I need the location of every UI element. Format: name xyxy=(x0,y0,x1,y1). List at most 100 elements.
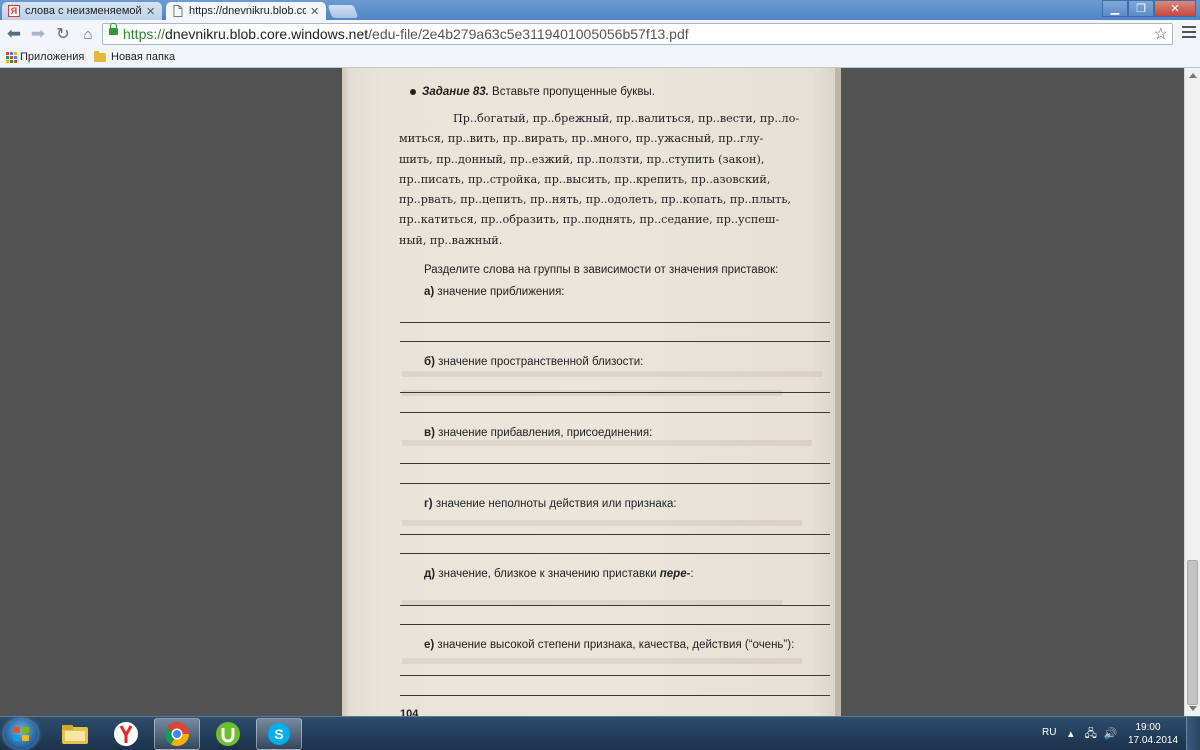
taskbar-chrome[interactable] xyxy=(154,718,200,750)
answer-line xyxy=(400,553,830,554)
prefix-pere: пере- xyxy=(659,568,691,580)
bookmark-new-folder[interactable]: Новая папка xyxy=(94,50,176,63)
text-line: пр..писать, пр..стройка, пр..высить, пр.… xyxy=(399,172,771,186)
page-icon xyxy=(172,5,184,17)
text-line: Пр..богатый, пр..брежный, пр..валиться, … xyxy=(453,112,800,125)
reload-button[interactable]: ↻ xyxy=(53,24,73,44)
group-letter: в) xyxy=(424,427,435,439)
clock-date: 17.04.2014 xyxy=(1128,735,1179,746)
bleed-through xyxy=(402,371,822,377)
page-number: 104 xyxy=(400,708,419,716)
yandex-browser-icon xyxy=(114,722,138,746)
tab-title: слова с неизменяемой п xyxy=(25,5,142,17)
group-v-title: в) значение прибавления, присоединения: xyxy=(424,427,652,439)
url-text[interactable]: https://dnevnikru.blob.core.windows.net/… xyxy=(123,26,689,42)
answer-line xyxy=(400,412,830,413)
apps-grid-icon xyxy=(6,52,17,63)
minimize-button[interactable]: ▁ xyxy=(1102,0,1128,17)
show-hidden-icons-icon[interactable]: ▴ xyxy=(1068,728,1074,740)
yandex-icon: Я xyxy=(8,5,20,17)
answer-line xyxy=(400,675,830,676)
task-number: Задание 83. xyxy=(422,86,489,98)
page-edge-shadow xyxy=(835,68,841,716)
vertical-scrollbar[interactable] xyxy=(1184,68,1200,716)
folder-icon xyxy=(94,50,106,62)
taskbar-explorer[interactable] xyxy=(52,718,98,750)
svg-text:S: S xyxy=(274,726,283,742)
home-icon: ⌂ xyxy=(83,25,93,43)
group-letter: б) xyxy=(424,356,435,368)
group-text: значение высокой степени признака, качес… xyxy=(434,639,795,651)
taskbar-skype[interactable]: S xyxy=(256,718,302,750)
reload-icon: ↻ xyxy=(56,26,70,43)
forward-button[interactable]: ➡ xyxy=(28,24,48,44)
answer-line xyxy=(400,341,830,342)
group-e-title: е) значение высокой степени признака, ка… xyxy=(424,639,794,651)
address-bar[interactable]: https://dnevnikru.blob.core.windows.net/… xyxy=(102,23,1173,45)
chrome-icon xyxy=(164,722,189,747)
url-path: /edu-file/2e4b279a63c5e3119401005056b57f… xyxy=(368,26,689,42)
text-line: пр..рвать, пр..цепить, пр..нять, пр..одо… xyxy=(399,193,791,207)
group-d-title: д) значение, близкое к значению приставк… xyxy=(424,568,694,580)
group-letter: д) xyxy=(424,568,436,580)
browser-toolbar: ⬅ ➡ ↻ ⌂ https://dnevnikru.blob.core.wind… xyxy=(0,20,1200,49)
group-text: значение пространственной близости: xyxy=(434,356,644,368)
bookmark-star-icon[interactable]: ☆ xyxy=(1154,24,1168,44)
close-window-button[interactable]: ✕ xyxy=(1154,0,1196,17)
new-tab-button[interactable] xyxy=(327,5,359,18)
windows-taskbar: S RU ▴ 🖧 🔊 19:00 17.04.2014 xyxy=(0,716,1200,750)
language-indicator[interactable]: RU xyxy=(1042,727,1056,738)
scroll-up-icon[interactable] xyxy=(1189,73,1197,78)
tab-title: https://dnevnikru.blob.co xyxy=(189,5,306,17)
lock-icon xyxy=(109,23,118,35)
bullet-icon xyxy=(410,88,416,95)
group-letter: а) xyxy=(424,286,435,298)
answer-line xyxy=(400,624,830,625)
skype-icon: S xyxy=(268,723,290,745)
text-line: пр..катиться, пр..образить, пр..поднять,… xyxy=(399,213,780,227)
answer-line xyxy=(400,322,830,323)
chrome-menu-icon[interactable] xyxy=(1182,26,1196,41)
group-text: значение приближения: xyxy=(434,286,565,298)
group-b-title: б) значение пространственной близости: xyxy=(424,356,643,368)
close-tab-icon[interactable]: ✕ xyxy=(146,5,156,18)
answer-line xyxy=(400,483,830,484)
restore-button[interactable]: ❐ xyxy=(1128,0,1154,17)
bleed-through xyxy=(402,658,802,664)
utorrent-icon xyxy=(216,722,240,746)
bleed-through xyxy=(402,390,782,396)
close-tab-icon[interactable]: ✕ xyxy=(310,5,320,18)
bookmark-label: Приложения xyxy=(20,51,85,63)
group-text: значение прибавления, присоединения: xyxy=(434,427,653,439)
group-text: значение, близкое к значению приставки xyxy=(435,568,660,580)
scroll-down-icon[interactable] xyxy=(1189,706,1197,711)
window-titlebar: Я слова с неизменяемой п ✕ https://dnevn… xyxy=(0,0,1200,20)
answer-line xyxy=(400,463,830,464)
back-button[interactable]: ⬅ xyxy=(4,24,24,44)
volume-icon[interactable]: 🔊 xyxy=(1104,728,1118,740)
tab-yandex-search[interactable]: Я слова с неизменяемой п ✕ xyxy=(2,2,162,20)
text-line: ный, пр..важный. xyxy=(399,233,503,247)
answer-line xyxy=(400,534,830,535)
taskbar-utorrent[interactable] xyxy=(205,718,251,750)
taskbar-yandex-browser[interactable] xyxy=(103,718,149,750)
group-text: значение неполноты действия или признака… xyxy=(432,498,677,510)
window-controls: ▁ ❐ ✕ xyxy=(1102,0,1196,18)
bookmarks-bar: Приложения Новая папка xyxy=(0,49,1200,68)
start-button[interactable] xyxy=(4,719,38,749)
arrow-left-icon: ⬅ xyxy=(6,24,22,43)
group-letter: г) xyxy=(424,498,433,510)
pdf-viewer[interactable]: Задание 83. Вставьте пропущенные буквы. … xyxy=(0,68,1184,716)
bookmark-apps[interactable]: Приложения xyxy=(6,51,84,63)
explorer-icon xyxy=(62,725,88,744)
tab-pdf[interactable]: https://dnevnikru.blob.co ✕ xyxy=(166,2,326,20)
scrollbar-thumb[interactable] xyxy=(1187,560,1198,705)
show-desktop-button[interactable] xyxy=(1186,717,1200,750)
clock-time: 19:00 xyxy=(1135,722,1161,733)
group-text-tail: : xyxy=(690,568,694,580)
bookmark-label: Новая папка xyxy=(111,51,176,63)
network-icon[interactable]: 🖧 xyxy=(1085,728,1097,740)
clock[interactable]: 19:00 17.04.2014 xyxy=(1128,721,1179,747)
group-letter: е) xyxy=(424,639,435,651)
home-button[interactable]: ⌂ xyxy=(78,24,98,44)
